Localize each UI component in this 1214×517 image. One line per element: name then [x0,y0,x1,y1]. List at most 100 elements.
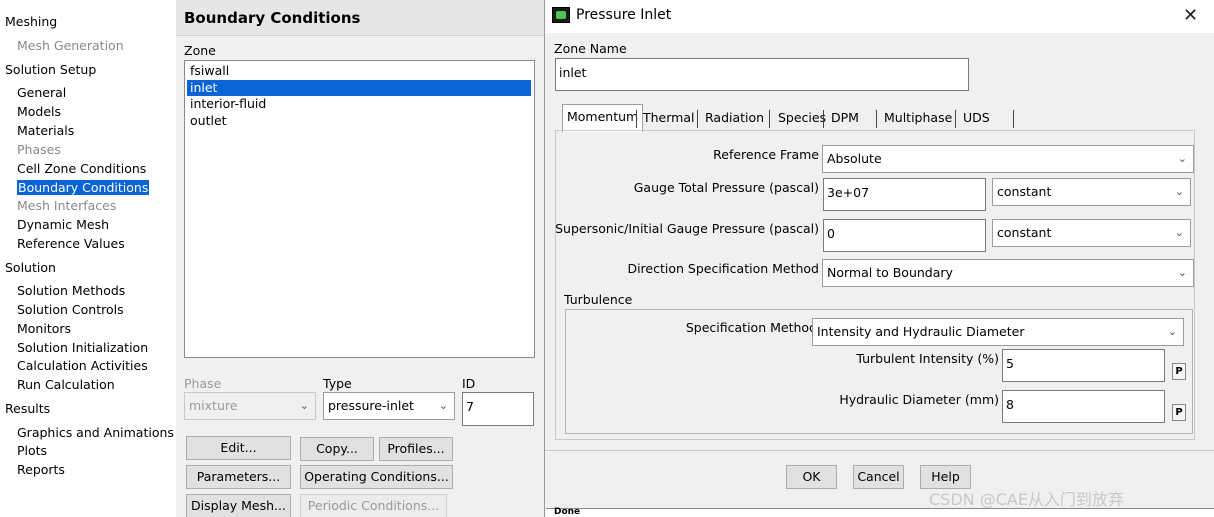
tab-radiation[interactable]: Radiation [701,106,768,132]
tree-item-label: Results [5,401,51,416]
chevron-down-icon: ⌄ [1177,152,1187,165]
dialog-titlebar: Pressure Inlet ✕ [545,0,1214,33]
tab-dpm[interactable]: DPM [827,106,863,132]
zone-list-item[interactable]: interior-fluid [187,96,531,112]
tree-item[interactable]: Monitors [17,321,71,337]
gauge-total-pressure-label: Gauge Total Pressure (pascal) [633,180,819,195]
periodic-conditions-button: Periodic Conditions... [300,494,447,517]
type-dropdown[interactable]: pressure-inlet ⌄ [323,392,455,420]
panel-header: Boundary Conditions [176,0,544,36]
app-icon [552,7,570,23]
tree-item[interactable]: Reference Values [17,236,125,252]
turbulence-label: Turbulence [564,292,633,307]
tree-item-label: Run Calculation [17,377,115,392]
zone-list-item[interactable]: outlet [187,113,531,129]
tree-item-label: Solution [5,260,56,275]
navigation-tree: Meshing Mesh Generation Solution Setup Gene… [0,0,176,517]
tab-separator [636,110,637,128]
tab-thermal[interactable]: Thermal [639,106,698,132]
tree-item[interactable]: Calculation Activities [17,358,148,374]
chevron-down-icon: ⌄ [1167,325,1177,338]
watermark: CSDN @CAE从入门到放弃 [929,490,1124,509]
tab-separator [769,110,770,128]
zone-name-input[interactable]: inlet [555,58,969,91]
tree-item[interactable]: Reports [17,462,65,478]
tree-item-label: Solution Setup [5,62,97,77]
tab-separator [955,110,956,128]
hydraulic-diameter-value: 8 [1006,397,1014,412]
cancel-button[interactable]: Cancel [853,465,904,489]
profiles-button[interactable]: Profiles... [379,437,453,461]
type-label: Type [323,376,352,391]
close-icon[interactable]: ✕ [1183,5,1198,26]
gauge-total-method-dropdown[interactable]: constant ⌄ [992,178,1191,206]
zone-name-value: inlet [559,65,587,80]
tab-momentum[interactable]: Momentum [562,104,644,132]
edit-button[interactable]: Edit... [186,436,291,460]
tree-item-label: Reference Values [17,236,125,251]
reference-frame-dropdown[interactable]: Absolute ⌄ [822,145,1194,173]
tree-item-label: Reports [17,462,65,477]
zone-list-item[interactable]: inlet [187,79,531,96]
tree-item[interactable]: Solution Methods [17,283,125,299]
hydraulic-parameter-button[interactable]: P [1172,404,1186,421]
tree-item[interactable]: Mesh Generation [17,38,124,54]
zone-label: Zone [184,43,216,58]
dialog-title: Pressure Inlet [576,7,672,23]
tree-item[interactable]: Solution Controls [17,302,124,318]
status-bar: Done [546,507,1214,517]
tree-item[interactable]: Mesh Interfaces [17,198,116,214]
zone-name-label: Zone Name [554,41,627,56]
dialog-divider [545,450,1214,451]
tree-item[interactable]: General [17,85,66,101]
zone-list-item[interactable]: fsiwall [187,63,531,79]
tree-item[interactable]: Meshing [5,14,57,30]
chevron-down-icon: ⌄ [1177,266,1187,279]
tree-item-label: Models [17,104,62,119]
tree-item[interactable]: Materials [17,123,74,139]
tree-item[interactable]: Models [17,104,61,120]
tree-item[interactable]: Solution Setup [5,62,96,78]
tree-item[interactable]: Results [5,401,50,417]
turbulent-intensity-input[interactable]: 5 [1002,349,1165,382]
chevron-down-icon: ⌄ [438,399,448,412]
tree-item[interactable]: Phases [17,142,61,158]
tab-separator [697,110,698,128]
tree-item-label: Meshing [5,14,58,29]
supersonic-method-dropdown[interactable]: constant ⌄ [992,219,1191,247]
turbulence-group: Specification Method Intensity and Hydra… [565,309,1193,434]
display-mesh-button[interactable]: Display Mesh... [186,494,291,517]
operating-conditions-button[interactable]: Operating Conditions... [300,465,453,489]
tree-item[interactable]: Run Calculation [17,377,115,393]
id-field: 7 [462,392,534,426]
specification-method-dropdown[interactable]: Intensity and Hydraulic Diameter ⌄ [812,318,1184,346]
tree-item[interactable]: Graphics and Animations [17,425,174,441]
id-value: 7 [466,399,474,414]
boundary-conditions-panel: Boundary Conditions Zone fsiwall inlet int… [176,0,544,517]
tree-item-label: Mesh Interfaces [17,198,117,213]
tab-uds[interactable]: UDS [959,106,994,132]
supersonic-pressure-input[interactable]: 0 [823,219,986,252]
intensity-parameter-button[interactable]: P [1172,363,1186,380]
tab-separator [876,110,877,128]
tree-item[interactable]: Plots [17,443,47,459]
hydraulic-diameter-input[interactable]: 8 [1002,390,1165,423]
tree-item[interactable]: Cell Zone Conditions [17,161,146,177]
tree-item[interactable]: Solution [5,260,56,276]
tab-multiphase[interactable]: Multiphase [880,106,956,132]
ok-button[interactable]: OK [786,465,837,489]
tab-species[interactable]: Species [774,106,830,132]
tree-item-label: Dynamic Mesh [17,217,110,232]
tree-item[interactable]: Solution Initialization [17,340,148,356]
chevron-down-icon: ⌄ [299,399,309,412]
gauge-total-pressure-value: 3e+07 [827,185,870,200]
zone-list[interactable]: fsiwall inlet interior-fluid outlet [184,60,535,358]
copy-button[interactable]: Copy... [300,437,374,461]
parameters-button[interactable]: Parameters... [186,465,291,489]
direction-method-dropdown[interactable]: Normal to Boundary ⌄ [822,259,1194,287]
gauge-total-pressure-input[interactable]: 3e+07 [823,178,986,211]
tree-item[interactable]: Boundary Conditions [17,180,150,196]
tree-item[interactable]: Dynamic Mesh [17,217,109,233]
turbulent-intensity-value: 5 [1006,356,1014,371]
supersonic-pressure-label: Supersonic/Initial Gauge Pressure (pasca… [555,221,819,236]
